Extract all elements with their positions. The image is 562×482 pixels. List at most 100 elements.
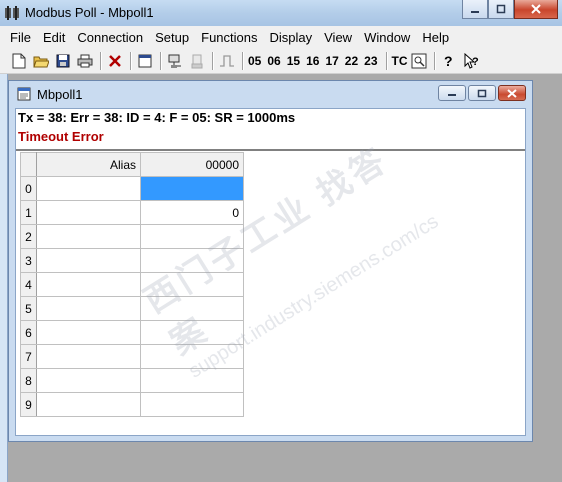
app-title: Modbus Poll - Mbpoll1 [25, 5, 154, 20]
alias-cell[interactable] [36, 248, 141, 273]
divider [16, 149, 525, 151]
toolbar-separator [130, 51, 132, 70]
window-controls [462, 0, 558, 20]
value-cell[interactable] [140, 368, 244, 393]
table-row: 7 [20, 344, 244, 369]
row-number[interactable]: 3 [20, 248, 37, 273]
child-titlebar[interactable]: Mbpoll1 [9, 81, 532, 107]
toolbar: 05 06 15 16 17 22 23 TC ? ? [0, 48, 562, 74]
alias-cell[interactable] [36, 176, 141, 201]
menu-display[interactable]: Display [264, 30, 319, 45]
register-grid: Alias 00000 0 1 0 2 3 4 5 6 7 8 9 [20, 152, 244, 417]
menu-window[interactable]: Window [358, 30, 416, 45]
value-cell[interactable]: 0 [140, 200, 244, 225]
pulse-icon[interactable] [218, 52, 236, 70]
table-row: 6 [20, 320, 244, 345]
row-number[interactable]: 2 [20, 224, 37, 249]
grid-header-row: Alias 00000 [20, 152, 244, 177]
table-row: 4 [20, 272, 244, 297]
toolbar-separator [160, 51, 162, 70]
disconnect-icon[interactable] [188, 52, 206, 70]
child-minimize-button[interactable] [438, 85, 466, 101]
toolbar-separator [242, 51, 244, 70]
menu-edit[interactable]: Edit [37, 30, 71, 45]
toolbar-separator [385, 51, 388, 70]
row-number[interactable]: 7 [20, 344, 37, 369]
menu-functions[interactable]: Functions [195, 30, 263, 45]
help-icon[interactable]: ? [440, 52, 458, 70]
function-06-button[interactable]: 06 [267, 54, 280, 68]
function-23-button[interactable]: 23 [364, 54, 377, 68]
traffic-monitor-icon[interactable] [410, 52, 428, 70]
menu-view[interactable]: View [318, 30, 358, 45]
row-number[interactable]: 5 [20, 296, 37, 321]
menu-bar: File Edit Connection Setup Functions Dis… [0, 26, 562, 48]
alias-cell[interactable] [36, 272, 141, 297]
menu-connection[interactable]: Connection [71, 30, 149, 45]
document-icon [17, 87, 31, 101]
child-client-area: Tx = 38: Err = 38: ID = 4: F = 05: SR = … [15, 108, 526, 436]
table-row: 1 0 [20, 200, 244, 225]
toolbar-separator [433, 51, 436, 70]
value-cell[interactable] [140, 344, 244, 369]
alias-cell[interactable] [36, 344, 141, 369]
table-row: 5 [20, 296, 244, 321]
alias-cell[interactable] [36, 392, 141, 417]
alias-cell[interactable] [36, 368, 141, 393]
menu-help[interactable]: Help [416, 30, 455, 45]
function-17-button[interactable]: 17 [325, 54, 338, 68]
value-cell[interactable] [140, 392, 244, 417]
alias-column-header[interactable]: Alias [36, 152, 141, 177]
value-cell[interactable] [140, 248, 244, 273]
new-document-icon[interactable] [10, 52, 28, 70]
menu-file[interactable]: File [0, 30, 37, 45]
value-column-header[interactable]: 00000 [140, 152, 244, 177]
window-icon[interactable] [136, 52, 154, 70]
minimize-button[interactable] [462, 0, 488, 19]
alias-cell[interactable] [36, 296, 141, 321]
alias-cell[interactable] [36, 320, 141, 345]
modbus-app-icon [5, 6, 19, 20]
table-row: 0 [20, 176, 244, 201]
open-folder-icon[interactable] [32, 52, 50, 70]
close-button[interactable] [514, 0, 558, 19]
value-cell-selected[interactable] [140, 176, 244, 201]
corner-cell[interactable] [20, 152, 37, 177]
close-icon [531, 4, 541, 14]
row-number[interactable]: 8 [20, 368, 37, 393]
svg-text:?: ? [444, 53, 453, 69]
child-window-controls [438, 85, 526, 101]
connect-icon[interactable] [166, 52, 184, 70]
child-maximize-button[interactable] [468, 85, 496, 101]
function-05-button[interactable]: 05 [248, 54, 261, 68]
alias-cell[interactable] [36, 224, 141, 249]
function-15-button[interactable]: 15 [287, 54, 300, 68]
app-titlebar[interactable]: Modbus Poll - Mbpoll1 [0, 0, 562, 26]
tc-button[interactable]: TC [392, 54, 408, 68]
row-number[interactable]: 4 [20, 272, 37, 297]
row-number[interactable]: 0 [20, 176, 37, 201]
minimize-icon [448, 94, 456, 96]
row-number[interactable]: 1 [20, 200, 37, 225]
alias-cell[interactable] [36, 200, 141, 225]
child-close-button[interactable] [498, 85, 526, 101]
print-icon[interactable] [76, 52, 94, 70]
save-disk-icon[interactable] [54, 52, 72, 70]
toolbar-separator [212, 51, 214, 70]
table-row: 3 [20, 248, 244, 273]
maximize-button[interactable] [488, 0, 514, 19]
mbpoll-child-window: Mbpoll1 Tx = 38: Err = 38: ID = 4: F = 0… [8, 80, 533, 442]
context-help-icon[interactable]: ? [462, 52, 480, 70]
value-cell[interactable] [140, 224, 244, 249]
menu-setup[interactable]: Setup [149, 30, 195, 45]
function-16-button[interactable]: 16 [306, 54, 319, 68]
value-cell[interactable] [140, 320, 244, 345]
delete-x-icon[interactable] [106, 52, 124, 70]
row-number[interactable]: 6 [20, 320, 37, 345]
toolbar-separator [100, 51, 102, 70]
maximize-icon [477, 89, 487, 97]
value-cell[interactable] [140, 272, 244, 297]
function-22-button[interactable]: 22 [345, 54, 358, 68]
value-cell[interactable] [140, 296, 244, 321]
row-number[interactable]: 9 [20, 392, 37, 417]
